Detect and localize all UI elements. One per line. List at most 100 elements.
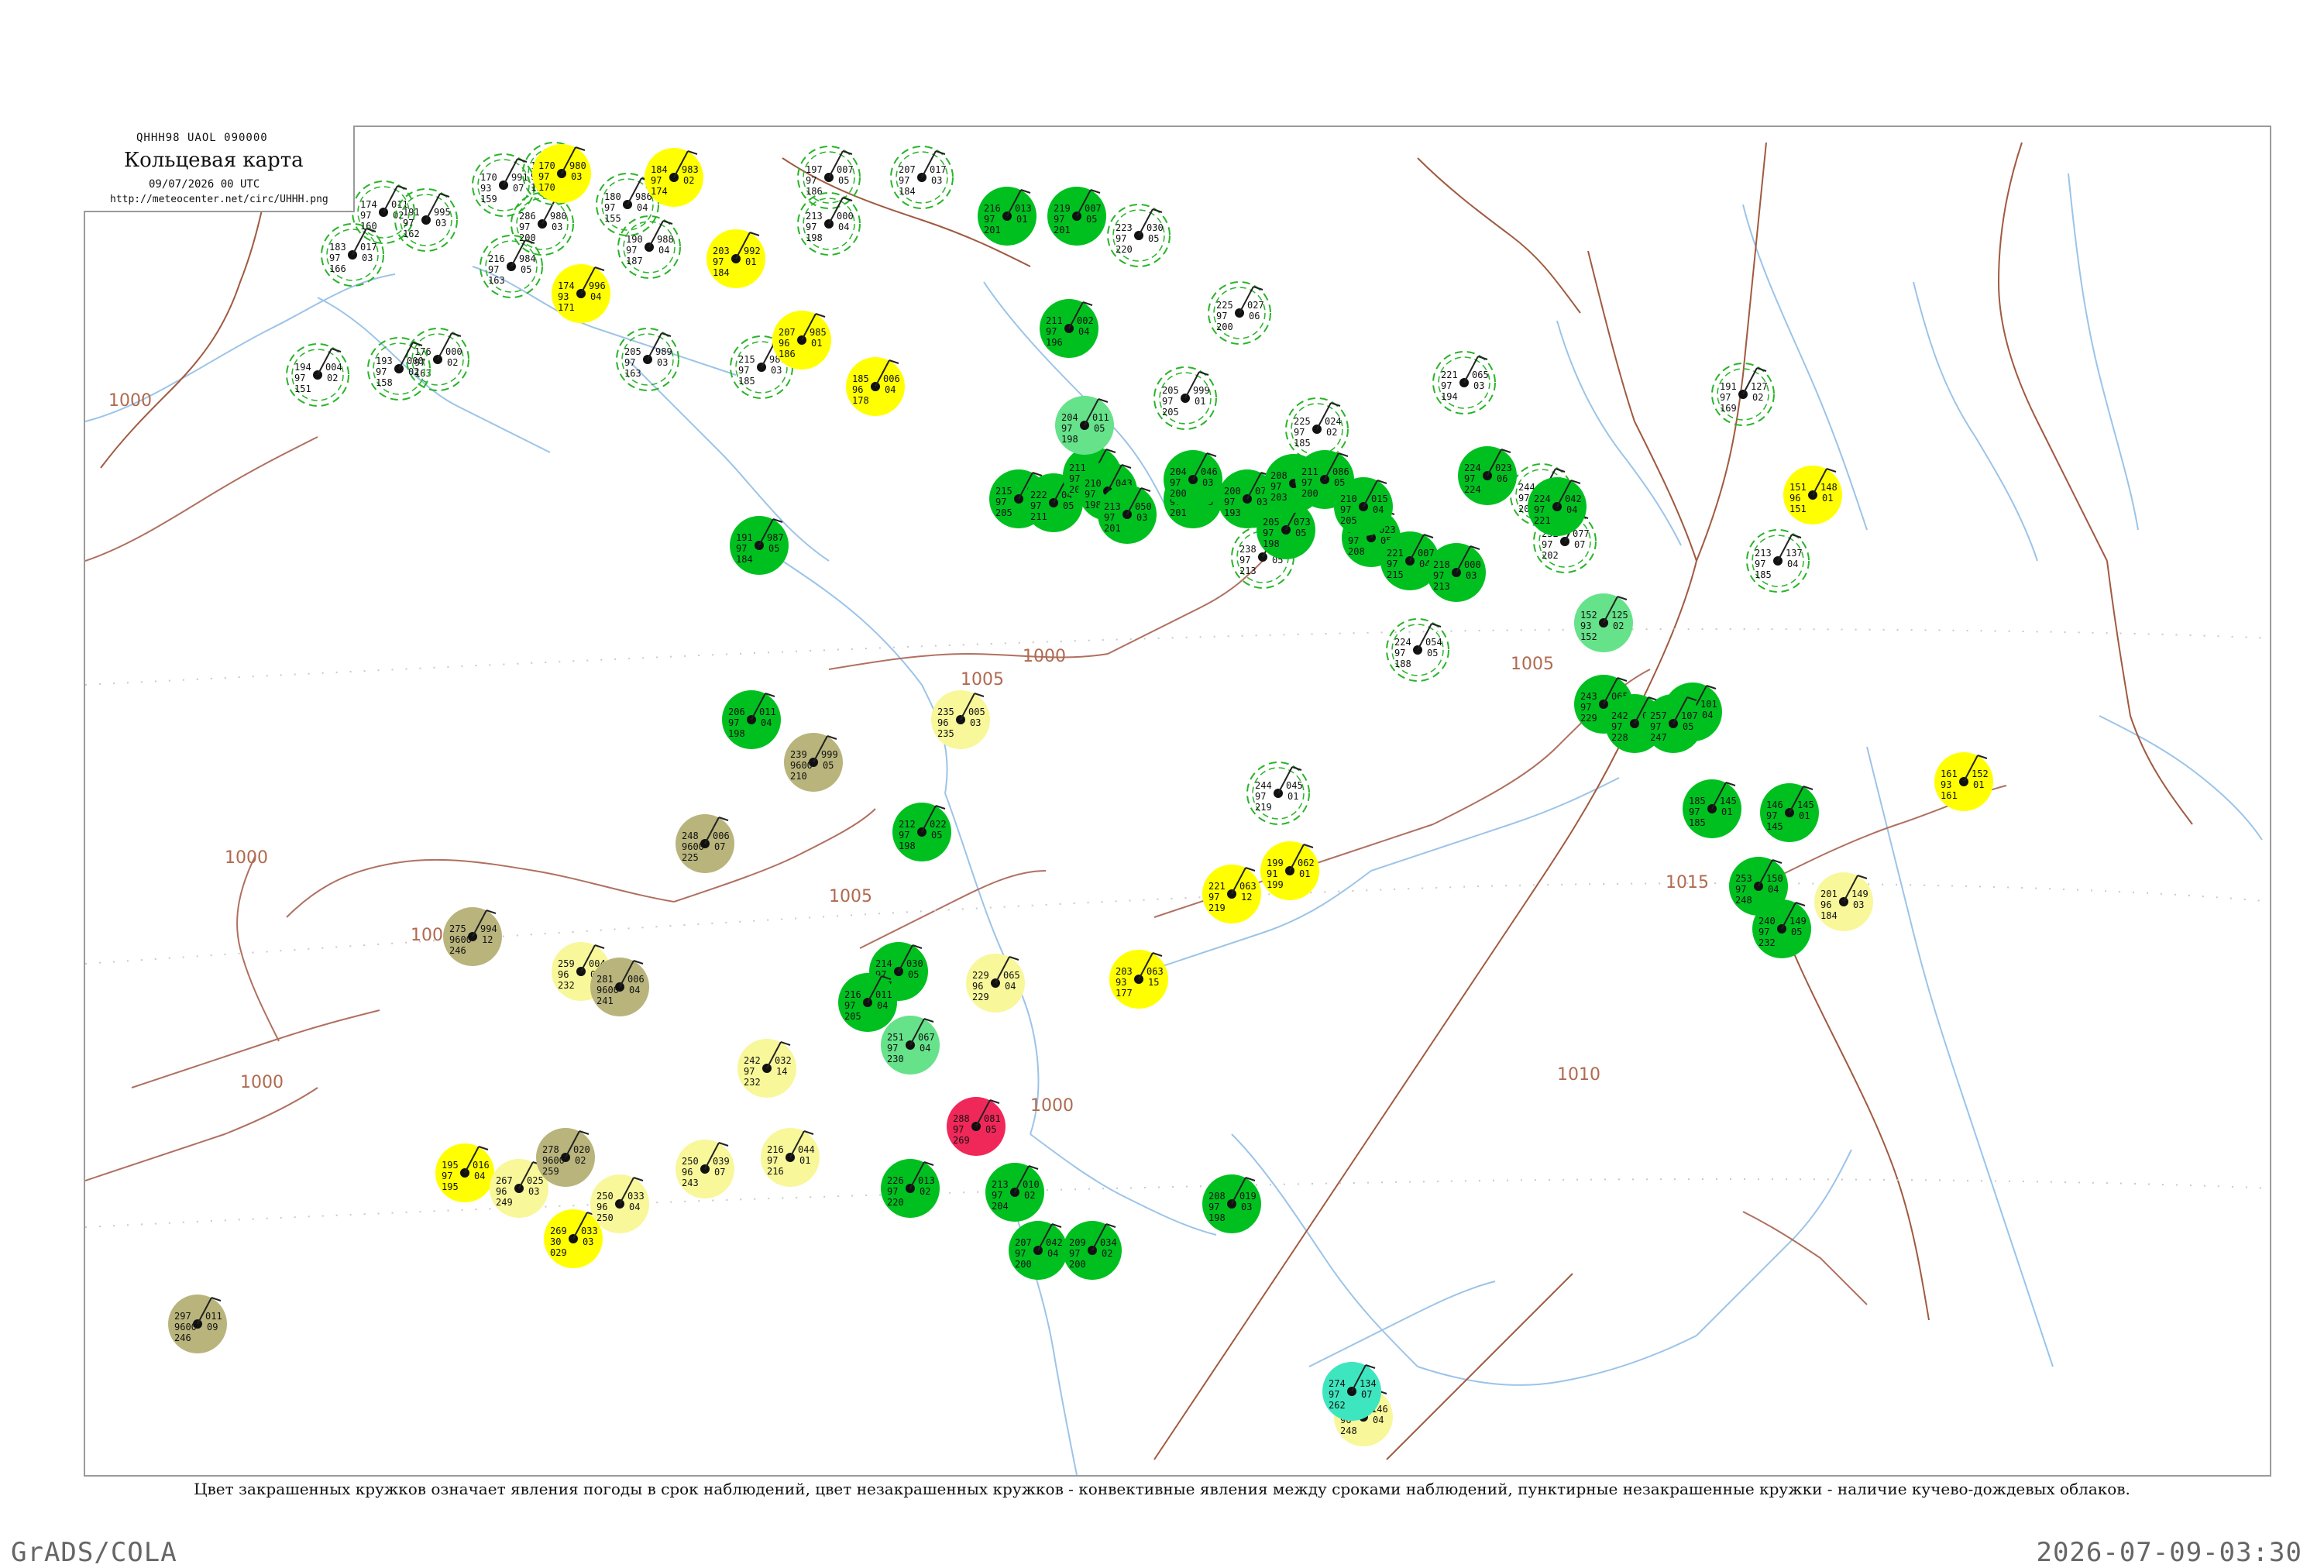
station-value: 073: [1294, 517, 1311, 528]
station-value: 9600: [790, 760, 813, 771]
station-value: 96: [1820, 899, 1831, 910]
wind-feather: [662, 220, 673, 225]
footer-timestamp: 2026-07-09-03:30: [2036, 1537, 2302, 1568]
station-value: 999: [1193, 385, 1210, 396]
station-value: 248: [1340, 1425, 1357, 1436]
station-value: 97: [1061, 423, 1072, 434]
station-value: 239: [790, 749, 807, 760]
station-value: 171: [558, 302, 575, 313]
station-value: 240: [1758, 916, 1776, 927]
station-value: 01: [1822, 493, 1833, 504]
station-green: 20997200 03402: [1063, 1221, 1122, 1280]
station-value: 180: [604, 191, 621, 202]
station-value: 259: [558, 958, 575, 969]
station-pale: 22996229 06504: [966, 954, 1025, 1013]
station-green: 21397204 01002: [985, 1163, 1044, 1222]
station-outline: 20797184 01703: [890, 146, 954, 209]
wind-feather: [1477, 356, 1488, 360]
station-value: 029: [550, 1247, 567, 1258]
station-value: 05: [931, 830, 942, 841]
isobar-label: 1005: [829, 887, 872, 906]
station-value: 97: [651, 175, 662, 186]
station-value: 213: [1755, 548, 1772, 559]
station-value: 000: [1464, 559, 1481, 570]
isobar-label: 1005: [961, 670, 1004, 689]
station-value: 96: [972, 981, 983, 992]
station-value: 127: [1751, 381, 1768, 392]
station-green: 22697220 01302: [881, 1159, 940, 1218]
station-yellow: 20796186 98501: [772, 311, 831, 370]
station-value: 03: [552, 222, 562, 232]
station-green: 21097205 01504: [1334, 477, 1393, 536]
station-value: 208: [1270, 470, 1287, 481]
station-value: 228: [1611, 732, 1628, 743]
station-value: 216: [984, 203, 1001, 214]
station-value: 198: [728, 728, 745, 739]
station-value: 184: [736, 554, 753, 565]
station-value: 198: [1208, 1212, 1226, 1223]
station-value: 97: [294, 373, 305, 383]
station-value: 242: [744, 1055, 761, 1066]
station-pale: 20196184 14903: [1814, 872, 1873, 931]
station-value: 152: [1580, 610, 1597, 621]
station-value: 200: [1301, 488, 1318, 499]
station-value: 97: [767, 1155, 778, 1166]
station-value: 267: [496, 1175, 513, 1186]
station-value: 07: [1361, 1389, 1372, 1400]
station-value: 046: [1201, 466, 1218, 477]
wind-feather: [842, 197, 853, 201]
station-yellow: 20393177 06315: [1109, 950, 1168, 1009]
station-value: 007: [837, 164, 854, 175]
station-value: 007: [1085, 203, 1102, 214]
station-value: 065: [1472, 370, 1489, 380]
station-value: 97: [360, 210, 371, 221]
station-value: 204: [992, 1201, 1009, 1212]
station-value: 170: [538, 160, 555, 171]
station-value: 97: [1301, 477, 1312, 488]
station-value: 03: [583, 1236, 593, 1247]
station-value: 188: [1394, 658, 1411, 669]
station-value: 250: [596, 1191, 614, 1202]
station-value: 044: [798, 1144, 815, 1155]
station-value: 281: [596, 974, 614, 985]
station-value: 205: [995, 507, 1012, 518]
wind-feather: [1756, 367, 1767, 372]
station-value: 011: [759, 707, 776, 717]
map-url: http://meteocenter.net/circ/UHHH.png: [110, 194, 328, 205]
station-value: 96: [937, 717, 948, 728]
station-value: 96: [496, 1186, 507, 1197]
station-value: 224: [1534, 493, 1551, 504]
station-value: 216: [767, 1144, 784, 1155]
station-value: 01: [1016, 214, 1027, 225]
wind-feather: [1253, 286, 1263, 291]
wind-feather: [661, 332, 672, 337]
station-value: 93: [558, 291, 569, 302]
station-value: 97: [1758, 927, 1769, 937]
station-green: 20797200 04204: [1009, 1221, 1067, 1280]
station-value: 97: [1689, 806, 1700, 817]
station-outline: 22197194 06503: [1432, 351, 1496, 414]
station-value: 242: [1611, 710, 1628, 721]
station-value: 259: [542, 1166, 559, 1177]
station-value: 988: [657, 234, 674, 245]
map-canvas: 1000100010001000100510051005101010151000…: [85, 142, 2270, 1475]
station-value: 220: [1116, 244, 1133, 255]
station-value: 191: [403, 207, 420, 218]
station-value: 163: [488, 275, 505, 286]
station-value: 201: [984, 225, 1001, 236]
station-value: 249: [496, 1197, 513, 1208]
station-green: 20897198 01903: [1202, 1174, 1261, 1233]
station-value: 210: [790, 771, 807, 782]
station-green: 19197184 98705: [730, 516, 789, 575]
station-value: 07: [714, 1167, 725, 1178]
station-value: 186: [779, 349, 796, 359]
station-value: 97: [626, 245, 637, 256]
footer-software: GrADS/COLA: [11, 1537, 177, 1568]
station-green: 24097232 14905: [1752, 899, 1811, 958]
station-value: 219: [1208, 903, 1226, 913]
station-value: 05: [908, 969, 919, 980]
station-value: 016: [473, 1160, 490, 1171]
station-value: 04: [761, 717, 772, 728]
station-value: 216: [488, 253, 505, 264]
station-outline: 17093159 99107: [472, 153, 535, 217]
